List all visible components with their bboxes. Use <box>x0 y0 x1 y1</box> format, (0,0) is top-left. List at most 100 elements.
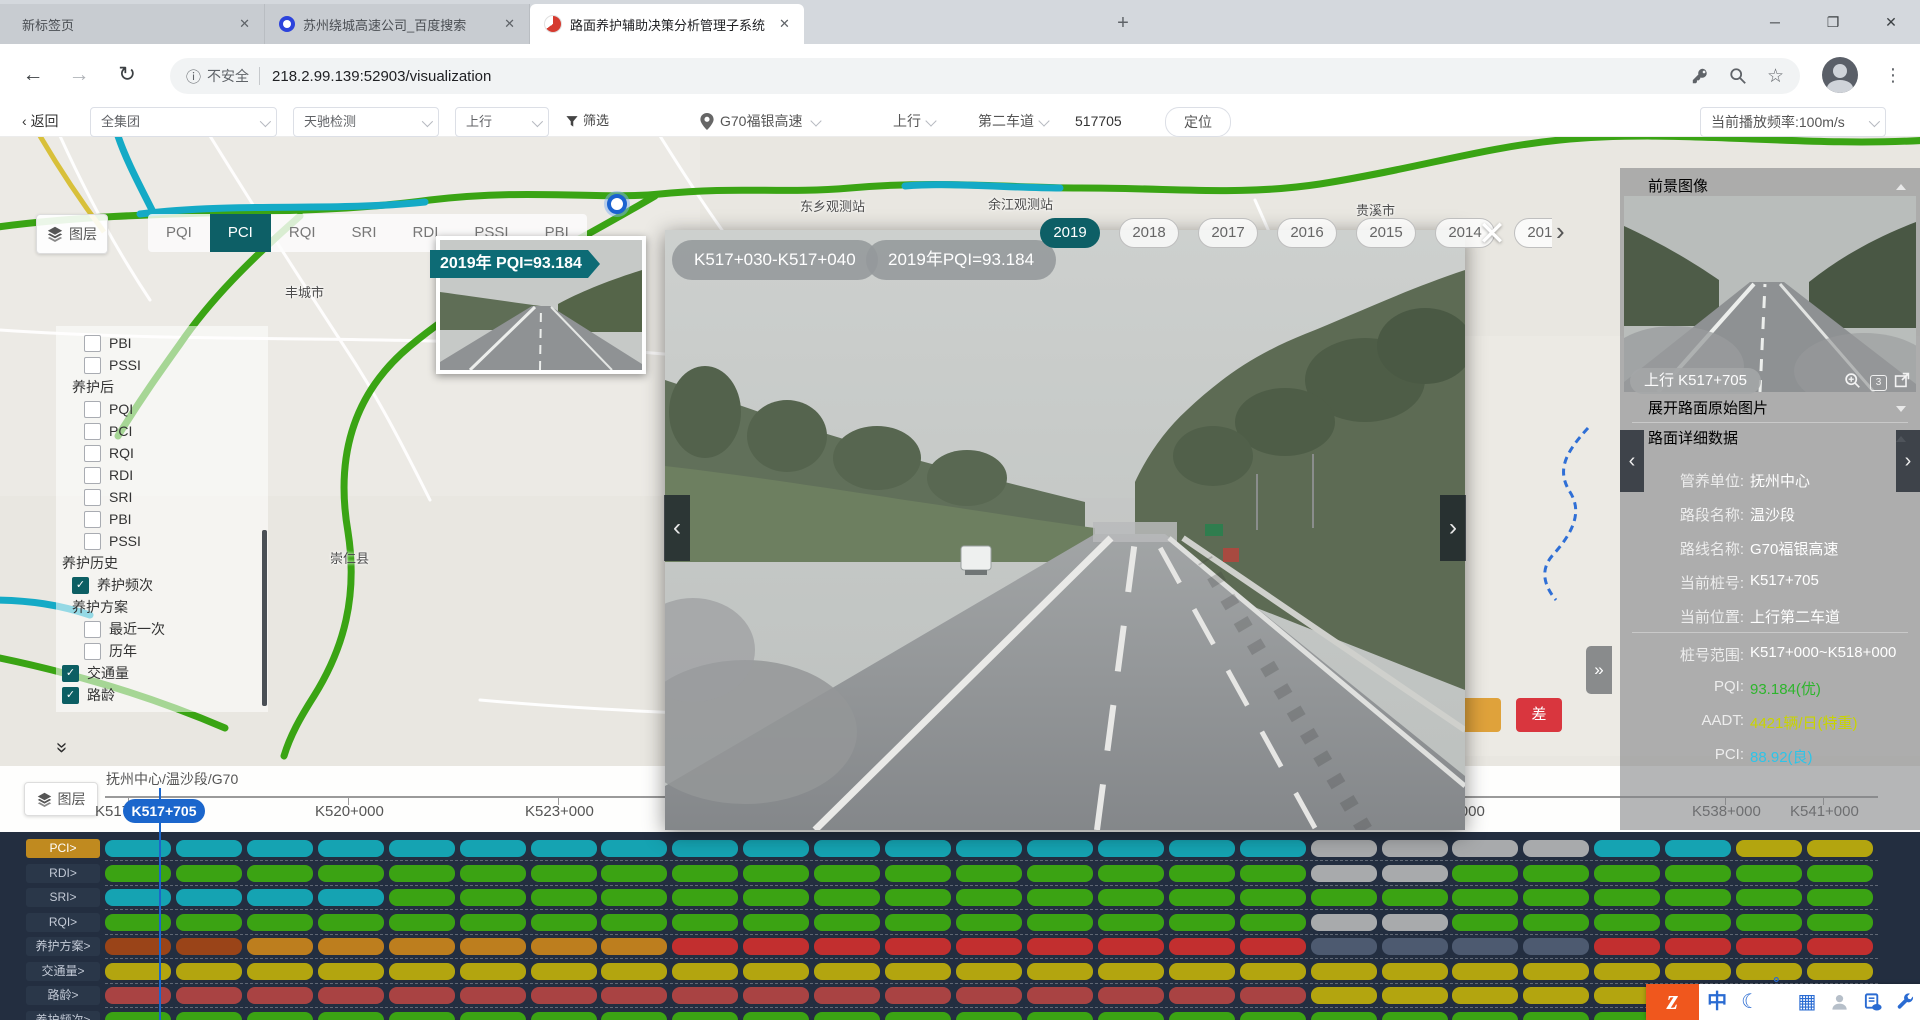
chart-segment[interactable] <box>1098 889 1164 906</box>
chart-segment[interactable] <box>1169 938 1235 955</box>
chart-segment[interactable] <box>1311 914 1377 931</box>
chart-segment[interactable] <box>956 963 1022 980</box>
chart-segment[interactable] <box>389 865 455 882</box>
chart-segment[interactable] <box>1169 914 1235 931</box>
chart-segment[interactable] <box>1523 963 1589 980</box>
chart-segment[interactable] <box>1807 865 1873 882</box>
chart-segment[interactable] <box>176 938 242 955</box>
chart-segment[interactable] <box>247 840 313 857</box>
chart-segment[interactable] <box>956 914 1022 931</box>
chart-segment[interactable] <box>247 914 313 931</box>
year-pill-2019[interactable]: 2019 <box>1040 218 1100 248</box>
filter-checkbox-item[interactable]: SRI <box>56 486 268 508</box>
checkbox-checked-icon[interactable]: ✓ <box>72 577 89 594</box>
chart-segment[interactable] <box>1452 1012 1518 1020</box>
chart-segment[interactable] <box>531 963 597 980</box>
filter-checkbox-item[interactable]: PQI <box>56 398 268 420</box>
wrench-icon[interactable] <box>1896 992 1915 1012</box>
chart-segment[interactable] <box>176 987 242 1004</box>
chart-segment[interactable] <box>1665 938 1731 955</box>
chart-segment[interactable] <box>885 938 951 955</box>
chart-row-label[interactable]: RQI> <box>26 913 100 932</box>
chart-segment[interactable] <box>1736 889 1802 906</box>
sidebar-expand-handle[interactable]: » <box>1586 646 1612 694</box>
photo-prev-button[interactable]: ‹ <box>1620 430 1644 492</box>
chart-segment[interactable] <box>1594 938 1660 955</box>
chart-segment[interactable] <box>1240 987 1306 1004</box>
chart-segment[interactable] <box>601 889 667 906</box>
chart-segment[interactable] <box>318 987 384 1004</box>
chart-segment[interactable] <box>1169 987 1235 1004</box>
chart-segment[interactable] <box>601 963 667 980</box>
collapse-up-icon[interactable] <box>1896 184 1906 190</box>
chart-segment[interactable] <box>531 1012 597 1020</box>
chart-segment[interactable] <box>318 963 384 980</box>
chart-segment[interactable] <box>389 938 455 955</box>
chart-segment[interactable] <box>814 987 880 1004</box>
chart-segment[interactable] <box>1594 840 1660 857</box>
filter-checkbox-item[interactable]: PBI <box>56 508 268 530</box>
filter-checkbox-item[interactable]: ✓路龄 <box>56 684 268 706</box>
collapse-panel-icon[interactable]: » <box>50 742 73 753</box>
chart-segment[interactable] <box>1736 840 1802 857</box>
chart-segment[interactable] <box>814 1012 880 1020</box>
chart-segment[interactable] <box>1098 865 1164 882</box>
chart-segment[interactable] <box>1523 938 1589 955</box>
checkbox-icon[interactable] <box>84 467 101 484</box>
chart-segment[interactable] <box>1807 889 1873 906</box>
new-tab-button[interactable]: + <box>1108 8 1138 38</box>
window-minimize-button[interactable]: ─ <box>1746 0 1804 44</box>
chart-segment[interactable] <box>176 840 242 857</box>
chart-segment[interactable] <box>389 987 455 1004</box>
chart-segment[interactable] <box>1594 963 1660 980</box>
chart-segment[interactable] <box>1452 938 1518 955</box>
chart-segment[interactable] <box>460 963 526 980</box>
chart-segment[interactable] <box>1098 840 1164 857</box>
zoom-in-icon[interactable] <box>1844 372 1861 389</box>
chart-segment[interactable] <box>1452 865 1518 882</box>
bottom-layer-button[interactable]: 图层 <box>24 782 98 816</box>
chart-segment[interactable] <box>1665 840 1731 857</box>
chart-segment[interactable] <box>460 840 526 857</box>
chart-segment[interactable] <box>601 914 667 931</box>
chart-segment[interactable] <box>885 914 951 931</box>
chart-segment[interactable] <box>956 840 1022 857</box>
chart-segment[interactable] <box>1382 938 1448 955</box>
app-back-button[interactable]: ‹ 返回 <box>22 107 59 135</box>
chart-segment[interactable] <box>176 914 242 931</box>
checkbox-icon[interactable] <box>84 357 101 374</box>
chart-segment[interactable] <box>318 840 384 857</box>
punctuation-icon[interactable]: °‚ <box>1773 966 1783 1020</box>
chart-segment[interactable] <box>1311 840 1377 857</box>
checkbox-icon[interactable] <box>84 335 101 352</box>
filter-checkbox-item[interactable]: PSSI <box>56 530 268 552</box>
filter-checkbox-item[interactable]: PSSI <box>56 354 268 376</box>
filter-checkbox-item[interactable]: 历年 <box>56 640 268 662</box>
sogou-logo-icon[interactable]: z <box>1646 984 1699 1020</box>
chart-segment[interactable] <box>389 889 455 906</box>
route-select[interactable]: G70福银高速 <box>700 107 820 135</box>
chart-segment[interactable] <box>743 938 809 955</box>
chart-segment[interactable] <box>1523 840 1589 857</box>
metric-tab-rqi[interactable]: RQI <box>271 214 334 252</box>
chart-segment[interactable] <box>1523 889 1589 906</box>
window-maximize-button[interactable]: ❐ <box>1804 0 1862 44</box>
unit-select[interactable]: 天驰检测 <box>293 107 439 137</box>
chart-segment[interactable] <box>743 987 809 1004</box>
chart-segment[interactable] <box>1240 840 1306 857</box>
modal-prev-button[interactable]: ‹ <box>664 495 690 561</box>
chart-segment[interactable] <box>1098 963 1164 980</box>
browser-tab[interactable]: 路面养护辅助决策分析管理子系统✕ <box>530 4 804 44</box>
chart-segment[interactable] <box>885 889 951 906</box>
map-layer-button[interactable]: 图层 <box>36 214 108 254</box>
info-icon[interactable]: ⓘ <box>186 66 201 87</box>
chart-segment[interactable] <box>743 963 809 980</box>
chart-segment[interactable] <box>1027 865 1093 882</box>
chart-segment[interactable] <box>247 963 313 980</box>
chart-segment[interactable] <box>814 963 880 980</box>
foreground-photo[interactable] <box>1624 196 1916 397</box>
chart-segment[interactable] <box>247 889 313 906</box>
chart-segment[interactable] <box>1594 865 1660 882</box>
chart-row-label[interactable]: 养护方案> <box>26 937 100 956</box>
chart-segment[interactable] <box>1027 840 1093 857</box>
